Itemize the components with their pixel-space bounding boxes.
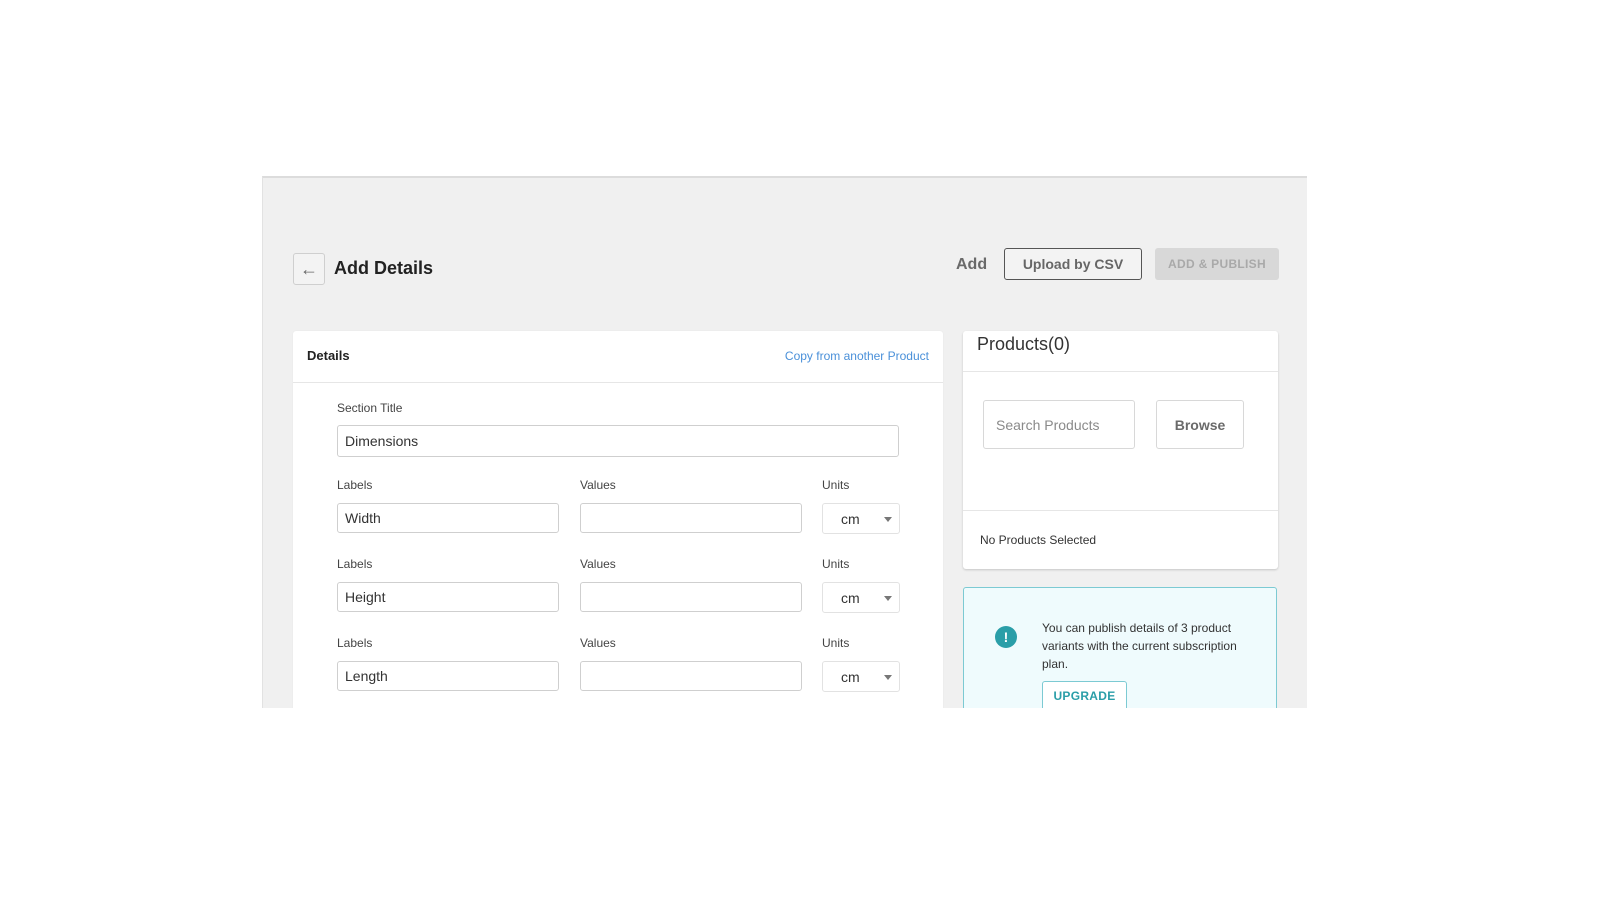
products-header: Products(0) — [963, 331, 1278, 372]
label-input-length[interactable]: Length — [337, 661, 559, 691]
page-title: Add Details — [334, 258, 434, 278]
back-button[interactable]: ← — [293, 253, 325, 285]
upgrade-button[interactable]: UPGRADE — [1042, 681, 1127, 708]
unit-value: cm — [841, 510, 860, 527]
section-title-label: Section Title — [337, 401, 403, 415]
browse-button[interactable]: Browse — [1156, 400, 1244, 449]
units-caption: Units — [822, 478, 850, 492]
details-header: Details Copy from another Product — [293, 331, 943, 383]
details-card: Details Copy from another Product Sectio… — [293, 331, 943, 708]
label-input-width[interactable]: Width — [337, 503, 559, 533]
unit-select-height[interactable]: cm — [822, 582, 900, 613]
products-title: Products(0) — [977, 334, 1071, 354]
upload-csv-button[interactable]: Upload by CSV — [1004, 248, 1142, 280]
units-caption: Units — [822, 557, 850, 571]
subscription-info-text: You can publish details of 3 product var… — [1042, 621, 1237, 671]
value-input-height[interactable] — [580, 582, 802, 612]
values-caption: Values — [580, 636, 616, 650]
value-input-width[interactable] — [580, 503, 802, 533]
caret-down-icon — [884, 596, 892, 601]
unit-value: cm — [841, 589, 860, 606]
unit-value: cm — [841, 668, 860, 685]
values-caption: Values — [580, 478, 616, 492]
unit-select-length[interactable]: cm — [822, 661, 900, 692]
value-input-length[interactable] — [580, 661, 802, 691]
caret-down-icon — [884, 517, 892, 522]
divider — [963, 510, 1278, 511]
section-title-input[interactable]: Dimensions — [337, 425, 899, 457]
add-publish-button[interactable]: ADD & PUBLISH — [1155, 248, 1279, 280]
add-label: Add — [956, 256, 988, 273]
no-products-text: No Products Selected — [980, 533, 1097, 547]
units-caption: Units — [822, 636, 850, 650]
exclamation-circle-icon: ! — [995, 626, 1017, 648]
labels-caption: Labels — [337, 636, 373, 650]
app-frame: ← Add Details Add Upload by CSV ADD & PU… — [262, 176, 1307, 708]
copy-from-product-link[interactable]: Copy from another Product — [785, 349, 929, 363]
labels-caption: Labels — [337, 478, 373, 492]
details-title: Details — [307, 348, 350, 363]
caret-down-icon — [884, 675, 892, 680]
search-products-input[interactable]: Search Products — [983, 400, 1135, 449]
label-input-height[interactable]: Height — [337, 582, 559, 612]
values-caption: Values — [580, 557, 616, 571]
unit-select-width[interactable]: cm — [822, 503, 900, 534]
labels-caption: Labels — [337, 557, 373, 571]
arrow-left-icon: ← — [300, 258, 318, 279]
products-card: Products(0) Search Products Browse No Pr… — [963, 331, 1278, 569]
subscription-info-card: ! You can publish details of 3 product v… — [963, 587, 1277, 708]
